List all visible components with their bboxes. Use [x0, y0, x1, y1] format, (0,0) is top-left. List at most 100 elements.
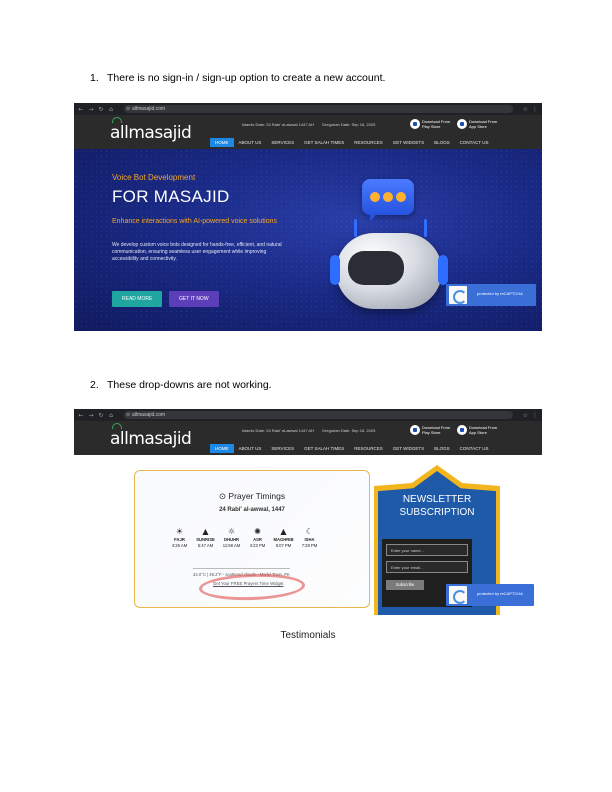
- lock-icon: ⊜: [126, 412, 131, 418]
- recaptcha-icon: [449, 586, 467, 604]
- subscribe-button[interactable]: Subscribe: [386, 580, 424, 590]
- forward-icon[interactable]: →: [88, 412, 94, 419]
- clock-icon: ⊙: [218, 492, 227, 502]
- menu-contact[interactable]: CONTACT US: [455, 138, 494, 147]
- testimonials-heading: Testimonials: [280, 630, 336, 641]
- prayer-slot-maghrib: ▲ MAGHRIB 6:07 PM: [273, 527, 294, 548]
- item-number: 1.: [90, 72, 99, 84]
- address-bar[interactable]: ⊜ allmasajid.com: [124, 105, 513, 113]
- gregorian-date: Gregorian Date: Sep 16, 2025: [321, 428, 376, 433]
- sun-icon: ☼: [227, 527, 236, 536]
- app-store-button[interactable]: Download From App Store: [457, 119, 503, 129]
- menu-blogs[interactable]: BLOGS: [429, 138, 455, 147]
- read-more-button[interactable]: READ MORE: [112, 291, 163, 307]
- url-text: allmasajid.com: [132, 106, 166, 112]
- prayer-slot-isha: ☾ ISHA 7:29 PM: [299, 527, 320, 548]
- menu-salah-times[interactable]: GET SALAH TIMES: [299, 444, 349, 453]
- gregorian-date: Gregorian Date: Sep 16, 2025: [321, 122, 376, 127]
- mosque-arch-icon: [112, 423, 122, 429]
- menu-widgets[interactable]: GET WIDGETS: [388, 138, 429, 147]
- address-bar[interactable]: ⊜ allmasajid.com: [124, 411, 513, 419]
- play-store-button[interactable]: Download From Play Store: [410, 425, 456, 435]
- site-logo[interactable]: allmasajid: [110, 117, 192, 143]
- mosque-arch-icon: [112, 117, 122, 123]
- get-it-now-button[interactable]: GET IT NOW: [169, 291, 219, 307]
- chat-bubble-icon: [362, 179, 414, 221]
- item-number: 2.: [90, 379, 99, 391]
- list-item-1: 1. There is no sign-in / sign-up option t…: [90, 72, 385, 84]
- newsletter-title: NEWSLETTER SUBSCRIPTION: [399, 494, 475, 518]
- moon-star-icon: ☾: [305, 527, 314, 536]
- hero-banner: Voice Bot Development FOR MASAJID Enhanc…: [74, 149, 542, 331]
- menu-about[interactable]: ABOUT US: [234, 138, 267, 147]
- home-icon[interactable]: ⌂: [108, 106, 114, 113]
- menu-about[interactable]: ABOUT US: [234, 444, 267, 453]
- prayer-slot-sunrise: ▲ SUNRISE 5:47 AM: [196, 527, 215, 548]
- prayer-times-row: ☀ FAJR 4:26 AM ▲ SUNRISE 5:47 AM ☼ DHUHR 11:58…: [169, 527, 320, 548]
- apple-icon: [457, 425, 467, 435]
- newsletter-name-input[interactable]: Enter your name...: [386, 544, 468, 556]
- hero-headline: FOR MASAJID: [112, 187, 230, 206]
- menu-resources[interactable]: RESOURCES: [349, 138, 388, 147]
- home-icon[interactable]: ⌂: [108, 412, 114, 419]
- item-text: There is no sign-in / sign-up option to …: [107, 72, 386, 84]
- bookmark-star-icon[interactable]: ☆: [523, 412, 528, 419]
- menu-contact[interactable]: CONTACT US: [455, 444, 494, 453]
- menu-kebab-icon[interactable]: ⋮: [532, 412, 538, 419]
- menu-home[interactable]: HOME: [210, 138, 234, 147]
- menu-home[interactable]: HOME: [210, 444, 234, 453]
- screenshot-homepage: ← → ↻ ⌂ ⊜ allmasajid.com ☆ ⋮ allmasajid I…: [74, 103, 542, 331]
- hero-subtitle: Enhance interactions with AI-powered voi…: [112, 218, 277, 225]
- date-bar: Islamic Date: 24 Rabi' al-awwal 1447 AH …: [242, 428, 375, 433]
- menu-services[interactable]: SERVICES: [266, 138, 299, 147]
- prayer-timings-card: ⊙ Prayer Timings 24 Rabi' al-awwal, 1447…: [134, 470, 370, 608]
- browser-toolbar: ← → ↻ ⌂ ⊜ allmasajid.com ☆ ⋮: [74, 103, 542, 115]
- islamic-date: Islamic Date: 24 Rabi' al-awwal 1447 AH: [242, 428, 314, 433]
- prayer-hijri-date: 24 Rabi' al-awwal, 1447: [219, 507, 285, 513]
- lock-icon: ⊜: [126, 106, 131, 112]
- browser-toolbar: ← → ↻ ⌂ ⊜ allmasajid.com ☆ ⋮: [74, 409, 542, 421]
- apple-icon: [457, 119, 467, 129]
- sunrise-icon: ☀: [175, 527, 184, 536]
- site-header: allmasajid Islamic Date: 24 Rabi' al-aww…: [74, 421, 542, 455]
- recaptcha-badge[interactable]: protected by reCAPTCHA: [446, 284, 536, 306]
- bookmark-star-icon[interactable]: ☆: [523, 106, 528, 113]
- mountain-sun-icon: ▲: [202, 527, 209, 536]
- app-store-button[interactable]: Download From App Store: [457, 425, 503, 435]
- site-header: allmasajid Islamic Date: 24 Rabi' al-aww…: [74, 115, 542, 149]
- islamic-date: Islamic Date: 24 Rabi' al-awwal 1447 AH: [242, 122, 314, 127]
- play-store-icon: [410, 119, 420, 129]
- hero-kicker: Voice Bot Development: [112, 173, 196, 182]
- prayer-slot-fajr: ☀ FAJR 4:26 AM: [169, 527, 190, 548]
- recaptcha-icon: [449, 286, 467, 304]
- page-content: ⊙ Prayer Timings 24 Rabi' al-awwal, 1447…: [74, 455, 542, 641]
- url-text: allmasajid.com: [132, 412, 166, 418]
- menu-services[interactable]: SERVICES: [266, 444, 299, 453]
- main-menu: HOME ABOUT US SERVICES GET SALAH TIMES R…: [210, 138, 494, 147]
- menu-resources[interactable]: RESOURCES: [349, 444, 388, 453]
- reload-icon[interactable]: ↻: [98, 106, 104, 113]
- play-store-icon: [410, 425, 420, 435]
- reload-icon[interactable]: ↻: [98, 412, 104, 419]
- main-menu: HOME ABOUT US SERVICES GET SALAH TIMES R…: [210, 444, 494, 453]
- menu-salah-times[interactable]: GET SALAH TIMES: [299, 138, 349, 147]
- forward-icon[interactable]: →: [88, 106, 94, 113]
- prayer-slot-asr: ✺ ASR 4:23 PM: [247, 527, 268, 548]
- mountain-icon: ▲: [280, 527, 287, 536]
- back-icon[interactable]: ←: [78, 106, 84, 113]
- recaptcha-badge[interactable]: protected by reCAPTCHA: [446, 584, 534, 606]
- prayer-title: ⊙ Prayer Timings: [218, 491, 286, 502]
- play-store-button[interactable]: Download From Play Store: [410, 119, 456, 129]
- robot-head: [330, 219, 448, 309]
- screenshot-prayer-section: ← → ↻ ⌂ ⊜ allmasajid.com ☆ ⋮ allmasajid I…: [74, 409, 542, 641]
- item-text: These drop-downs are not working.: [107, 379, 272, 391]
- menu-kebab-icon[interactable]: ⋮: [532, 106, 538, 113]
- back-icon[interactable]: ←: [78, 412, 84, 419]
- newsletter-email-input[interactable]: Enter your email...: [386, 561, 468, 573]
- menu-widgets[interactable]: GET WIDGETS: [388, 444, 429, 453]
- date-bar: Islamic Date: 24 Rabi' al-awwal 1447 AH …: [242, 122, 375, 127]
- site-logo[interactable]: allmasajid: [110, 423, 192, 449]
- menu-blogs[interactable]: BLOGS: [429, 444, 455, 453]
- list-item-2: 2. These drop-downs are not working.: [90, 379, 272, 391]
- hero-description: We develop custom voice bots designed fo…: [112, 242, 282, 262]
